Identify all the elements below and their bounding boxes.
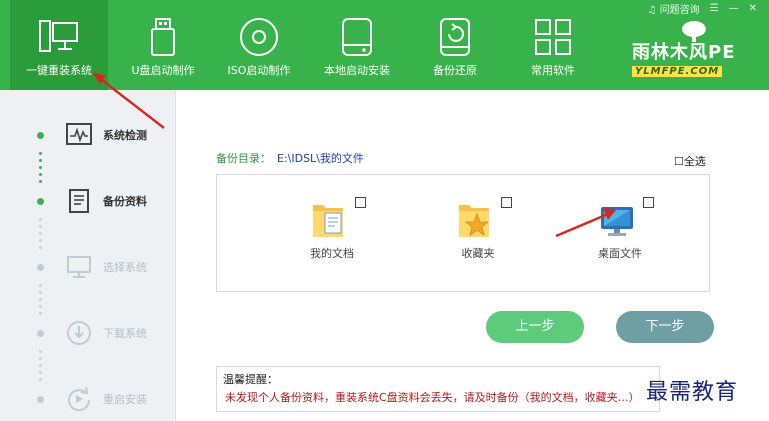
documents-folder-icon — [309, 197, 349, 241]
window-controls: ♫ 问题咨询 ☰ — ✕ — [647, 1, 757, 16]
backup-restore-icon — [406, 16, 504, 58]
download-icon — [66, 320, 92, 346]
brand-url: YLMFPE.COM — [632, 66, 723, 77]
step-dot — [37, 330, 44, 337]
step-backup-data: 备份资料 — [0, 186, 175, 216]
tab-usb-boot[interactable]: U盘启动制作 — [114, 0, 212, 90]
step-label: 重启安装 — [103, 393, 147, 406]
backup-panel: 备份目录： E:\IDSL\我的文件 ☐全选 我的文档 收藏夹 桌面文件 上一步 — [176, 90, 769, 421]
item-checkbox[interactable] — [355, 197, 366, 208]
tab-label: 备份还原 — [433, 64, 477, 77]
step-dot — [37, 132, 44, 139]
step-connector — [39, 218, 42, 253]
backup-item-my-documents[interactable]: 我的文档 — [277, 197, 387, 267]
brand-logo: 雨林木风PE YLMFPE.COM — [628, 20, 758, 84]
select-all-label: 全选 — [683, 155, 706, 168]
tab-label: 一键重装系统 — [26, 64, 92, 77]
item-checkbox[interactable] — [501, 197, 512, 208]
top-nav-bar: 一键重装系统 U盘启动制作 ISO启动制作 本地启动安装 备份还原 常用软件 ♫… — [0, 0, 769, 90]
step-label: 系统检测 — [103, 129, 147, 142]
tab-label: U盘启动制作 — [131, 64, 195, 77]
tab-one-click-reinstall[interactable]: 一键重装系统 — [10, 0, 108, 90]
step-dot — [37, 264, 44, 271]
bell-icon: ♫ — [647, 5, 657, 16]
brand-name: 雨林木风PE — [632, 42, 736, 63]
step-connector — [39, 350, 42, 385]
hard-drive-icon — [308, 16, 406, 58]
tab-label: 本地启动安装 — [324, 64, 390, 77]
step-select-system: 选择系统 — [0, 252, 175, 282]
step-label: 选择系统 — [103, 261, 147, 274]
desktop-icon — [597, 197, 637, 241]
document-icon — [66, 188, 92, 214]
help-consult-link[interactable]: ♫ 问题咨询 — [647, 1, 699, 16]
step-sidebar: 系统检测 备份资料 选择系统 下载系统 重启安装 — [0, 90, 176, 421]
item-label: 桌面文件 — [598, 247, 642, 260]
tab-local-boot-install[interactable]: 本地启动安装 — [308, 0, 406, 90]
item-label: 收藏夹 — [461, 247, 495, 260]
step-restart-install: 重启安装 — [0, 384, 175, 414]
pulse-monitor-icon — [66, 122, 92, 148]
step-dot — [37, 396, 44, 403]
tab-common-software[interactable]: 常用软件 — [504, 0, 602, 90]
step-dot — [37, 198, 44, 205]
step-download-system: 下载系统 — [0, 318, 175, 348]
tab-backup-restore[interactable]: 备份还原 — [406, 0, 504, 90]
restart-icon — [66, 386, 92, 412]
next-step-button[interactable]: 下一步 — [616, 311, 714, 343]
minimize-button[interactable]: — — [729, 3, 739, 14]
warm-tips-box: 温馨提醒： 未发现个人备份资料，重装系统C盘资料会丢失，请及时备份（我的文档，收… — [216, 366, 660, 412]
checkbox-icon: ☐ — [674, 155, 684, 168]
item-label: 我的文档 — [310, 247, 354, 260]
backup-items-box: 我的文档 收藏夹 桌面文件 — [216, 174, 710, 292]
tips-text: 未发现个人备份资料，重装系统C盘资料会丢失，请及时备份（我的文档，收藏夹…） — [225, 391, 640, 404]
menu-icon[interactable]: ☰ — [710, 3, 719, 14]
watermark-text: 最需教育 — [646, 380, 739, 405]
tips-title: 温馨提醒： — [223, 373, 278, 386]
step-label: 下载系统 — [103, 327, 147, 340]
computer-monitor-icon — [10, 16, 108, 58]
step-connector — [39, 152, 42, 187]
tab-label: 常用软件 — [531, 64, 575, 77]
backup-dir-path[interactable]: E:\IDSL\我的文件 — [277, 152, 364, 165]
favorites-folder-icon — [455, 197, 495, 241]
disc-icon — [210, 16, 308, 58]
step-label: 备份资料 — [103, 195, 147, 208]
backup-dir-label: 备份目录： — [216, 152, 271, 165]
app-grid-icon — [504, 16, 602, 58]
backup-item-favorites[interactable]: 收藏夹 — [423, 197, 533, 267]
backup-item-desktop[interactable]: 桌面文件 — [565, 197, 675, 267]
usb-drive-icon — [114, 16, 212, 58]
close-button[interactable]: ✕ — [749, 3, 757, 14]
step-connector — [39, 284, 42, 319]
step-system-check: 系统检测 — [0, 120, 175, 150]
tab-label: ISO启动制作 — [227, 64, 291, 77]
select-all-checkbox[interactable]: ☐全选 — [674, 153, 706, 169]
tab-iso-boot[interactable]: ISO启动制作 — [210, 0, 308, 90]
prev-step-button[interactable]: 上一步 — [486, 311, 584, 343]
item-checkbox[interactable] — [643, 197, 654, 208]
backup-directory: 备份目录： E:\IDSL\我的文件 — [216, 150, 364, 166]
monitor-icon — [66, 254, 92, 280]
